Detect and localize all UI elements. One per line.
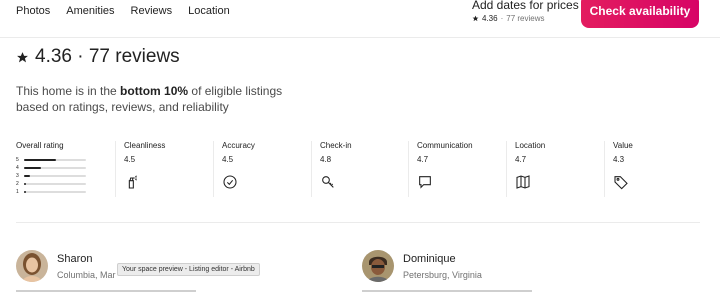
- overall-rating: Overall rating 5 4 3 2 1: [16, 141, 106, 197]
- rating-summary: 4.36 · 77 reviews: [472, 14, 579, 23]
- truncated-review-meta: [16, 290, 196, 292]
- price-summary: Add dates for prices 4.36 · 77 reviews: [472, 0, 579, 23]
- reviewer-name: Sharon: [57, 253, 93, 265]
- category-label: Cleanliness: [124, 141, 166, 150]
- bar-fill-4: [24, 167, 42, 169]
- bar-fill-3: [24, 175, 31, 177]
- review-count[interactable]: 77 reviews: [506, 14, 544, 23]
- price-prompt: Add dates for prices: [472, 0, 579, 12]
- check-circle-icon: [223, 175, 237, 189]
- reviewer-name: Dominique: [403, 253, 456, 265]
- review-card-dominique: Dominique Petersburg, Virginia: [362, 250, 482, 282]
- section-nav: Photos Amenities Reviews Location: [16, 5, 246, 17]
- listing-percentile-note: This home is in the bottom 10% of eligib…: [16, 83, 316, 115]
- category-value: 4.3: [613, 155, 625, 164]
- bar-fill-5: [24, 159, 57, 161]
- category-check-in: Check-in 4.8: [311, 141, 408, 197]
- category-value: 4.8: [320, 155, 332, 164]
- reviews-heading-text: 4.36 · 77 reviews: [35, 46, 180, 67]
- avatar[interactable]: [16, 250, 48, 282]
- review-card-sharon: Sharon Columbia, Mar: [16, 250, 116, 282]
- rating-row-2: 2: [16, 180, 106, 188]
- category-communication: Communication 4.7: [408, 141, 505, 197]
- message-icon: [419, 176, 431, 189]
- bar-fill-2: [24, 183, 26, 185]
- category-value: Value 4.3: [604, 141, 703, 197]
- tag-icon: [614, 176, 628, 190]
- rating-distribution: 5 4 3 2 1: [16, 156, 106, 196]
- star-icon: [17, 51, 28, 62]
- nav-photos[interactable]: Photos: [16, 5, 50, 17]
- rating-row-5: 5: [16, 156, 106, 164]
- star-icon: [472, 15, 479, 22]
- nav-reviews[interactable]: Reviews: [131, 5, 173, 17]
- category-label: Value: [613, 141, 633, 150]
- rating-separator: ·: [500, 14, 504, 23]
- rating-row-3: 3: [16, 172, 106, 180]
- desc-pre: This home is in the: [16, 84, 121, 98]
- reviewer-location: Columbia, Mar: [57, 270, 116, 280]
- avatar[interactable]: [362, 250, 394, 282]
- category-accuracy: Accuracy 4.5: [213, 141, 310, 197]
- category-location: Location 4.7: [506, 141, 603, 197]
- bar-fill-1: [24, 191, 26, 193]
- category-label: Communication: [417, 141, 473, 150]
- desc-bold: bottom 10%: [120, 84, 189, 98]
- key-icon: [322, 176, 334, 188]
- category-cleanliness: Cleanliness 4.5: [115, 141, 212, 197]
- check-availability-button[interactable]: Check availability: [581, 0, 699, 28]
- nav-amenities[interactable]: Amenities: [66, 5, 114, 17]
- rating-row-4: 4: [16, 164, 106, 172]
- spray-bottle-icon: [128, 175, 137, 189]
- section-divider: [16, 222, 700, 223]
- category-label: Location: [515, 141, 546, 150]
- category-value: 4.7: [515, 155, 527, 164]
- category-value: 4.5: [222, 155, 234, 164]
- reviews-heading: 4.36 · 77 reviews: [16, 46, 180, 68]
- category-label: Check-in: [320, 141, 352, 150]
- category-value: 4.7: [417, 155, 429, 164]
- truncated-review-meta: [362, 290, 532, 292]
- category-label: Accuracy: [222, 141, 255, 150]
- nav-location[interactable]: Location: [188, 5, 230, 17]
- rating-categories: Overall rating 5 4 3 2 1 Cleanliness 4.5…: [16, 141, 706, 201]
- rating-row-1: 1: [16, 188, 106, 196]
- sticky-header: Photos Amenities Reviews Location Add da…: [0, 0, 720, 38]
- window-tooltip: Your space preview - Listing editor - Ai…: [117, 263, 260, 276]
- reviewer-location: Petersburg, Virginia: [403, 270, 482, 280]
- overall-rating-label: Overall rating: [16, 141, 64, 150]
- category-value: 4.5: [124, 155, 136, 164]
- map-icon: [516, 175, 530, 189]
- rating-value: 4.36: [482, 14, 498, 23]
